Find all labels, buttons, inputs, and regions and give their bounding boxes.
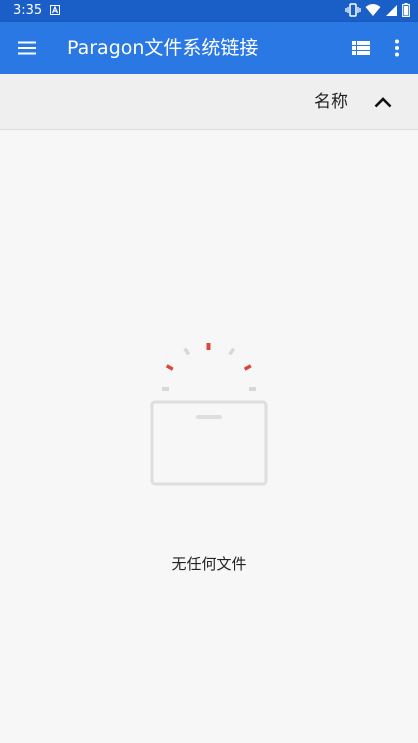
status-bar: 3:35 [0, 0, 418, 22]
chevron-up-icon [374, 97, 392, 108]
wifi-icon [365, 4, 381, 16]
vibrate-icon [345, 3, 361, 17]
more-options-button[interactable] [382, 32, 412, 64]
signal-icon [386, 4, 397, 16]
status-icons [345, 3, 410, 17]
app-bar: Paragon文件系统链接 [0, 22, 418, 74]
status-time: 3:35 [13, 3, 43, 18]
view-toggle-button[interactable] [344, 32, 378, 64]
notification-icon [50, 5, 60, 15]
menu-button[interactable] [8, 29, 46, 67]
empty-folder-icon [150, 343, 268, 486]
sort-bar: 名称 [0, 74, 418, 130]
more-vert-icon [395, 39, 399, 57]
battery-icon [402, 3, 410, 17]
sort-order-button[interactable] [368, 88, 398, 116]
app-title: Paragon文件系统链接 [67, 37, 259, 59]
menu-icon [18, 41, 36, 55]
list-view-icon [352, 41, 370, 55]
sort-label[interactable]: 名称 [314, 91, 348, 113]
empty-state-message: 无任何文件 [171, 555, 247, 573]
